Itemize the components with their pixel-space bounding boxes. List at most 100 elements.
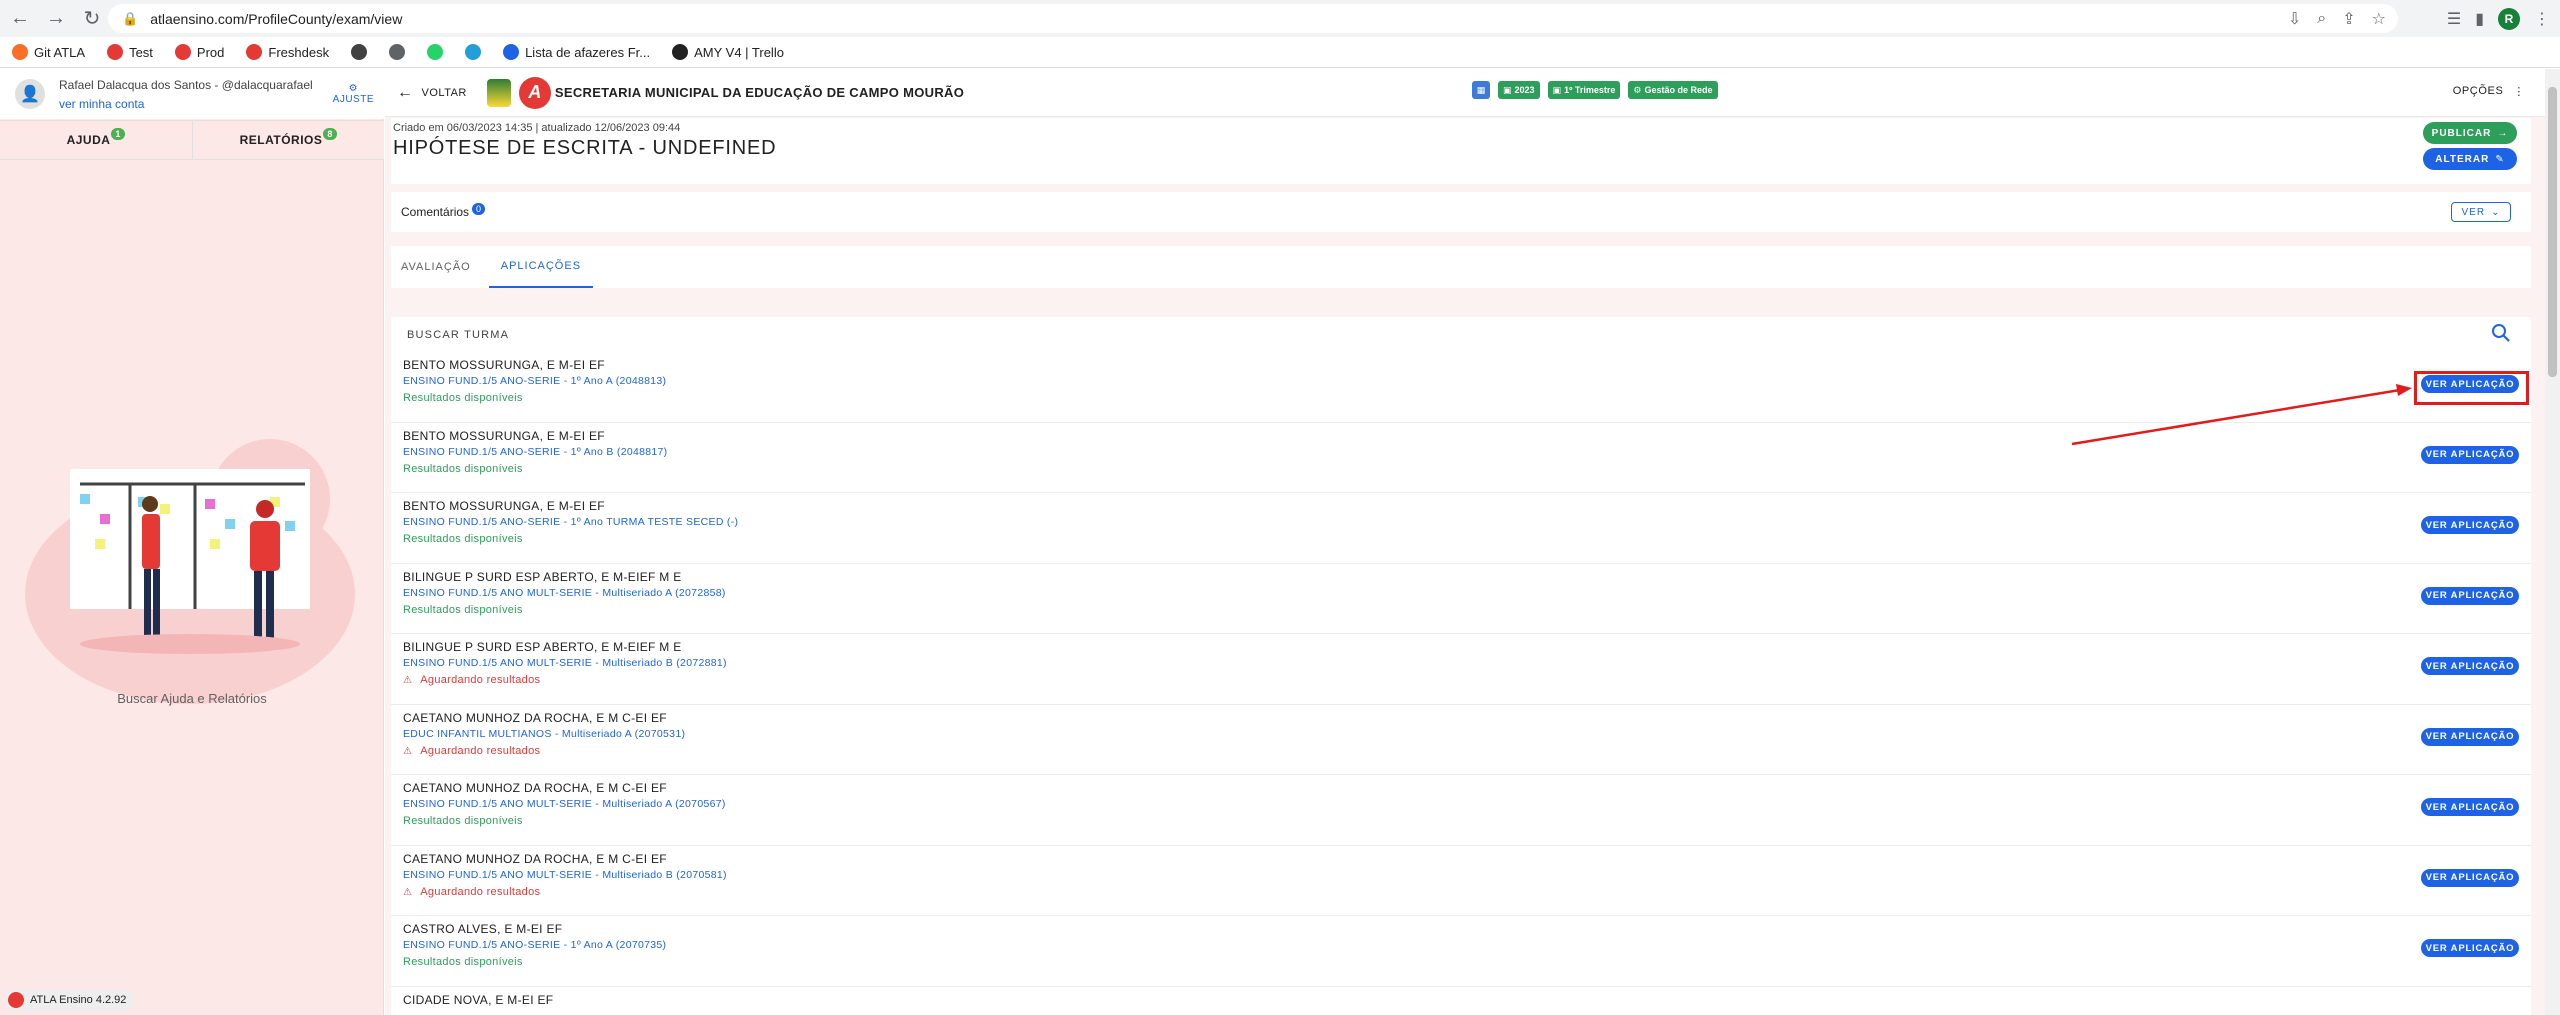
avatar[interactable]: 👤	[15, 79, 45, 109]
side-panel-icon[interactable]: ▮	[2475, 9, 2484, 29]
view-application-button[interactable]: VER APLICAÇÃO	[2421, 868, 2519, 887]
class-name: ENSINO FUND.1/5 ANO MULT-SERIE - Multise…	[403, 798, 726, 810]
search-label: BUSCAR TURMA	[407, 328, 510, 341]
status-label: Aguardando resultados	[420, 674, 541, 686]
tab-ajuda-label: AJUDA	[66, 133, 111, 147]
bookmark-item[interactable]: Test	[107, 44, 153, 60]
chip-scope-label: Gestão de Rede	[1644, 85, 1713, 95]
top-bar: ← VOLTAR A SECRETARIA MUNICIPAL DA EDUCA…	[385, 69, 2545, 117]
org-title: SECRETARIA MUNICIPAL DA EDUCAÇÃO DE CAMP…	[554, 85, 965, 100]
view-application-button[interactable]: VER APLICAÇÃO	[2421, 516, 2519, 534]
reload-icon[interactable]: ↻	[76, 3, 108, 35]
back-button[interactable]: ← VOLTAR	[397, 84, 467, 102]
school-name: BILINGUE P SURD ESP ABERTO, E M-EIEF M E	[403, 640, 682, 654]
status-label: Resultados disponíveis	[403, 392, 523, 404]
bookmark-label: Lista de afazeres Fr...	[525, 44, 651, 60]
bookmark-favicon-icon	[107, 44, 124, 60]
address-bar[interactable]: 🔒 atlaensino.com/ProfileCounty/exam/view…	[108, 4, 2398, 33]
status-label: Resultados disponíveis	[403, 956, 523, 968]
application-row: CAETANO MUNHOZ DA ROCHA, E M C-EI EF ENSI…	[391, 846, 2531, 916]
reading-list-icon[interactable]: ☰	[2447, 9, 2461, 29]
bookmark-item[interactable]: Freshdesk	[246, 44, 329, 60]
page-scrollbar[interactable]	[2545, 69, 2560, 1015]
publish-button[interactable]: PUBLICAR →	[2423, 122, 2517, 144]
tab-avaliacao[interactable]: AVALIAÇÃO	[391, 246, 481, 288]
share-icon[interactable]: ⇪	[2342, 9, 2355, 29]
atla-logo-icon: A	[518, 76, 551, 109]
school-name: BENTO MOSSURUNGA, E M-EI EF	[403, 428, 605, 443]
bookmark-item[interactable]: Lista de afazeres Fr...	[503, 44, 650, 60]
gear-icon: ⚙	[1633, 84, 1642, 95]
application-row: CASTRO ALVES, E M-EI EF ENSINO FUND.1/5 A…	[391, 916, 2531, 987]
menu-kebab-icon[interactable]: ⋮	[2534, 9, 2550, 29]
view-application-button[interactable]: VER APLICAÇÃO	[2421, 586, 2519, 605]
options-label: OPÇÕES	[2452, 85, 2504, 97]
bookmark-label: Prod	[196, 44, 225, 60]
status-label: Resultados disponíveis	[403, 603, 523, 616]
calendar-chip-icon[interactable]: ▦	[1472, 81, 1490, 99]
exam-header: Criado em 06/03/2023 14:35 | atualizado …	[391, 118, 2531, 184]
bookmark-label: Freshdesk	[268, 44, 330, 60]
status-text: Resultados disponíveis	[403, 392, 523, 404]
view-application-button[interactable]: VER APLICAÇÃO	[2421, 939, 2519, 957]
warning-icon: ⚠	[403, 675, 413, 686]
class-name: ENSINO FUND.1/5 ANO-SERIE - 1º Ano B (20…	[403, 445, 668, 458]
lock-icon: 🔒	[122, 10, 139, 26]
zoom-icon[interactable]: ⌕	[2317, 10, 2326, 28]
view-application-button[interactable]: VER APLICAÇÃO	[2421, 798, 2519, 816]
school-name: CAETANO MUNHOZ DA ROCHA, E M C-EI EF	[403, 851, 667, 866]
help-text: Buscar Ajuda e Relatórios	[117, 691, 267, 706]
edit-button[interactable]: ALTERAR ✎	[2423, 148, 2517, 170]
adjust-button[interactable]: ⚙ AJUSTE	[333, 83, 374, 105]
status-label: Resultados disponíveis	[403, 533, 523, 545]
my-account-link[interactable]: ver minha conta	[59, 97, 313, 111]
class-name: ENSINO FUND.1/5 ANO MULT-SERIE - Multise…	[403, 657, 727, 669]
bookmark-item[interactable]	[427, 44, 444, 60]
view-application-button[interactable]: VER APLICAÇÃO	[2421, 657, 2519, 675]
scrollbar-thumb[interactable]	[2548, 87, 2557, 377]
browser-toolbar: ← → ↻ 🔒 atlaensino.com/ProfileCounty/exa…	[0, 0, 2560, 37]
search-icon[interactable]	[2489, 321, 2513, 345]
status-text: Resultados disponíveis	[403, 463, 523, 475]
bookmark-item[interactable]	[465, 44, 482, 60]
calendar-icon: ▣	[1503, 84, 1512, 95]
bookmark-label: AMY V4 | Trello	[694, 44, 784, 60]
application-row: BENTO MOSSURUNGA, E M-EI EF ENSINO FUND.1…	[391, 423, 2531, 493]
chip-year-label: 2023	[1514, 85, 1535, 95]
options-menu[interactable]: OPÇÕES ⋮	[2453, 85, 2525, 98]
bookmark-item[interactable]	[351, 44, 368, 60]
bookmark-item[interactable]: Git ATLA	[12, 44, 85, 60]
forward-arrow-icon[interactable]: →	[40, 3, 72, 35]
bookmark-item[interactable]: Prod	[174, 44, 225, 60]
view-application-button[interactable]: VER APLICAÇÃO	[2421, 727, 2519, 746]
tab-relatorios[interactable]: RELATÓRIOS 8	[193, 121, 385, 159]
application-row: CAETANO MUNHOZ DA ROCHA, E M C-EI EF ENSI…	[391, 775, 2531, 846]
profile-avatar[interactable]: R	[2498, 7, 2520, 30]
view-comments-button[interactable]: VER ⌄	[2451, 202, 2511, 222]
school-name: CASTRO ALVES, E M-EI EF	[403, 922, 563, 936]
edit-icon: ✎	[2495, 153, 2505, 165]
left-sidebar: 👤 Rafael Dalacqua dos Santos - @dalacqua…	[0, 69, 384, 1015]
tab-relatorios-badge: 8	[323, 128, 337, 140]
star-icon[interactable]: ☆	[2372, 9, 2386, 29]
chip-scope[interactable]: ⚙ Gestão de Rede	[1628, 81, 1718, 99]
bookmark-favicon-icon	[465, 44, 482, 60]
tab-aplicacoes[interactable]: APLICAÇÕES	[488, 246, 594, 288]
chip-year[interactable]: ▣ 2023	[1498, 81, 1540, 99]
install-icon[interactable]: ⇩	[2288, 9, 2301, 29]
bookmark-item[interactable]: AMY V4 | Trello	[672, 44, 784, 60]
chip-period[interactable]: ▣ 1º Trimestre	[1547, 81, 1621, 99]
bookmark-favicon-icon	[389, 44, 406, 60]
view-application-button[interactable]: VER APLICAÇÃO	[2421, 445, 2519, 464]
status-text: ⚠ Aguardando resultados	[403, 745, 540, 757]
tab-relatorios-label: RELATÓRIOS	[239, 133, 323, 147]
bookmarks-bar: Git ATLA Test Prod Freshdesk Lista de afazer…	[0, 37, 2560, 68]
status-label: Aguardando resultados	[420, 744, 541, 757]
back-arrow-icon[interactable]: ←	[4, 3, 36, 35]
comments-count-badge: 0	[472, 203, 486, 215]
application-row: BILINGUE P SURD ESP ABERTO, E M-EIEF M E…	[391, 634, 2531, 705]
bookmark-item[interactable]	[389, 44, 406, 60]
tab-ajuda[interactable]: AJUDA 1	[0, 121, 193, 159]
sidebar-tabs: AJUDA 1 RELATÓRIOS 8	[0, 120, 384, 160]
edit-label: ALTERAR	[2435, 153, 2490, 165]
